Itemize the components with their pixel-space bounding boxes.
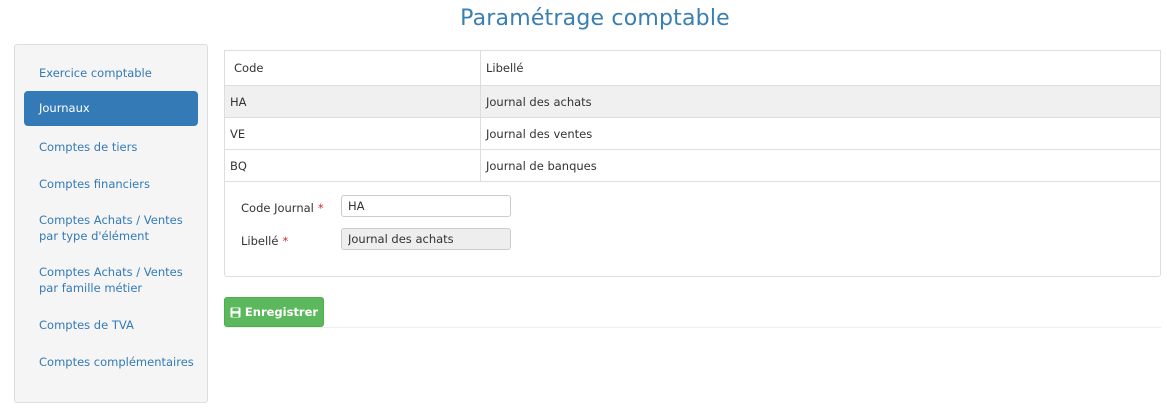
code-journal-input[interactable] [341, 195, 511, 217]
sidebar-nav: Exercice comptable Journaux Comptes de t… [14, 44, 208, 403]
page: Paramétrage comptable Exercice comptable… [0, 0, 1167, 411]
sidebar-item-comptes-achats-ventes-famille[interactable]: Comptes Achats / Ventes par famille méti… [24, 264, 198, 296]
table-header-row: Code Libellé [225, 51, 1160, 85]
table-row[interactable]: HA Journal des achats [225, 85, 1160, 117]
save-button-label: Enregistrer [244, 305, 319, 319]
column-header-libelle[interactable]: Libellé [481, 51, 1160, 85]
cell-libelle: Journal des ventes [486, 126, 593, 141]
libelle-label: Libellé * [241, 234, 288, 248]
code-journal-label-text: Code Journal [241, 201, 314, 215]
journals-table: Code Libellé HA Journal des achats VE Jo… [224, 50, 1161, 182]
sidebar-item-exercice-comptable[interactable]: Exercice comptable [24, 65, 198, 81]
libelle-input[interactable] [341, 228, 511, 250]
cell-libelle: Journal de banques [486, 158, 597, 173]
required-marker: * [282, 234, 289, 248]
code-journal-label: Code Journal * [241, 201, 324, 215]
sidebar-item-comptes-complementaires[interactable]: Comptes complémentaires [24, 354, 198, 370]
cell-code: VE [225, 118, 481, 149]
table-row[interactable]: VE Journal des ventes [225, 117, 1160, 149]
cell-libelle: Journal des achats [486, 94, 592, 109]
sidebar-item-comptes-financiers[interactable]: Comptes financiers [24, 176, 198, 192]
divider [224, 327, 1161, 328]
column-header-code[interactable]: Code [225, 51, 481, 85]
sidebar-item-comptes-achats-ventes-type[interactable]: Comptes Achats / Ventes par type d'éléme… [24, 212, 198, 244]
table-row[interactable]: BQ Journal de banques [225, 149, 1160, 181]
sidebar-item-comptes-tva[interactable]: Comptes de TVA [24, 317, 198, 333]
page-title: Paramétrage comptable [460, 6, 730, 31]
journal-form-panel: Code Journal* Libellé* [224, 179, 1161, 277]
libelle-label-text: Libellé [241, 234, 279, 248]
required-marker: * [317, 201, 324, 215]
cell-code: BQ [225, 150, 481, 181]
sidebar-item-journaux[interactable]: Journaux [24, 91, 198, 126]
cell-code: HA [225, 86, 481, 117]
floppy-disk-icon [230, 307, 241, 318]
sidebar-item-comptes-de-tiers[interactable]: Comptes de tiers [24, 139, 198, 155]
save-button[interactable]: Enregistrer [224, 297, 324, 327]
